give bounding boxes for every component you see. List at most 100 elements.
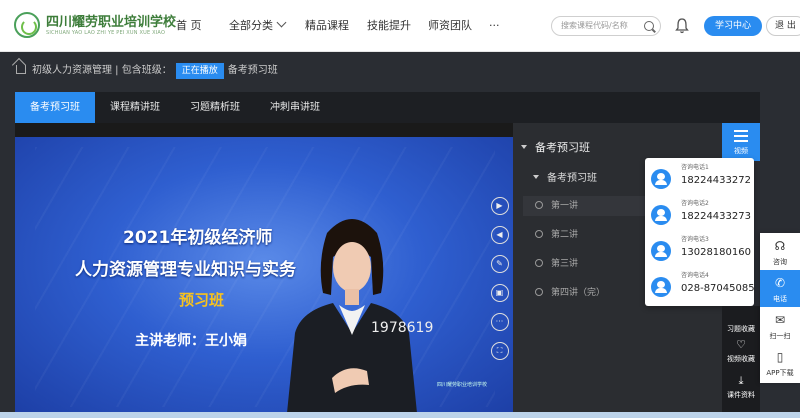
consult-label: 咨询电话1: [681, 164, 709, 171]
playlist-heading[interactable]: 备考预习班: [521, 139, 590, 155]
tab-prep-class[interactable]: 备考预习班: [15, 92, 95, 123]
nav-all-categories[interactable]: 全部分类: [229, 0, 287, 52]
user-watermark: 1978619: [371, 320, 434, 336]
app-download-button[interactable]: ▯ APP下载: [760, 344, 800, 381]
video-corner-logo: 四川耀劳职业培训学校: [437, 382, 488, 388]
exercise-favorites-button[interactable]: 习题收藏: [722, 306, 760, 336]
lesson-label: 第三讲: [551, 259, 579, 269]
consult-label: 咨询电话4: [681, 272, 709, 279]
app-download-label: APP下载: [766, 369, 794, 377]
heart-icon: ♡: [736, 338, 746, 351]
consult-item[interactable]: 咨询电话2 18224433273: [651, 198, 751, 230]
consult-phone: 18224433272: [681, 175, 751, 186]
nav-all-categories-label: 全部分类: [229, 19, 273, 32]
mobile-phone-icon: ▯: [776, 350, 784, 364]
chevron-down-icon: [276, 17, 287, 28]
screenshot-icon[interactable]: ▣: [491, 284, 509, 302]
playlist-group-label: 备考预习班: [547, 173, 597, 184]
bell-icon[interactable]: [675, 18, 689, 34]
os-taskbar: [0, 412, 800, 418]
agent-avatar-icon: [651, 277, 671, 297]
resource-toolbar: 习题收藏 ♡ 视频收藏 ⤓ 课件资料: [722, 306, 760, 413]
headset-icon: ☊: [774, 239, 786, 253]
nav-more[interactable]: ···: [489, 0, 500, 52]
consult-label: 咨询电话2: [681, 200, 709, 207]
play-circle-icon: [535, 288, 543, 296]
video-frame: 2021年初级经济师 人力资源管理专业知识与实务 预习班 主讲老师：王小娟 19…: [15, 137, 513, 413]
agent-avatar-icon: [651, 169, 671, 189]
consult-label: 咨询电话3: [681, 236, 709, 243]
agent-avatar-icon: [651, 205, 671, 225]
scan-button-label: 扫一扫: [769, 332, 791, 340]
slide-title-line1: 2021年初级经济师: [123, 228, 273, 248]
phone-button[interactable]: ✆ 电话: [760, 270, 800, 307]
play-circle-icon: [535, 230, 543, 238]
consult-phone-popup: 咨询电话1 18224433272 咨询电话2 18224433273 咨询电话…: [645, 158, 755, 306]
nav-teachers[interactable]: 师资团队: [428, 0, 472, 52]
lesson-label: 第四讲（完）: [551, 288, 606, 298]
video-tab-label: 视频: [734, 147, 748, 155]
video-player[interactable]: 2021年初级经济师 人力资源管理专业知识与实务 预习班 主讲老师：王小娟 19…: [15, 123, 513, 413]
breadcrumb-course[interactable]: 初级人力资源管理 | 包含班级：: [32, 65, 172, 76]
slide-title-line2: 人力资源管理专业知识与实务: [75, 260, 296, 280]
floating-contact-bar: ☊ 咨询 ✆ 电话 ✉ 扫一扫 ▯ APP下载: [760, 233, 800, 383]
consult-item[interactable]: 咨询电话4 028-87045085: [651, 270, 755, 302]
caret-down-icon: [521, 145, 527, 149]
top-navbar: 四川耀劳职业培训学校 SICHUAN YAO LAO ZHI YE PEI XU…: [0, 0, 800, 52]
breadcrumb-current: 备考预习班: [227, 65, 278, 76]
list-icon: [734, 130, 748, 142]
lesson-label: 第一讲: [551, 201, 579, 211]
video-favorites-button[interactable]: ♡ 视频收藏: [722, 336, 760, 366]
consult-phone: 028-87045085: [681, 283, 755, 294]
tab-exercise-class[interactable]: 习题精析班: [179, 92, 251, 123]
consult-phone: 18224433273: [681, 211, 751, 222]
agent-avatar-icon: [651, 241, 671, 261]
logo-name: 四川耀劳职业培训学校: [46, 15, 177, 30]
video-favorites-label: 视频收藏: [727, 355, 755, 363]
rewind-icon[interactable]: ◀: [491, 226, 509, 244]
slide-teacher: 主讲老师：王小娟: [135, 333, 247, 349]
lesson-label: 第二讲: [551, 230, 579, 240]
playlist-group[interactable]: 备考预习班: [533, 169, 597, 184]
nav-skill-up[interactable]: 技能提升: [367, 0, 411, 52]
courseware-label: 课件资料: [727, 391, 755, 399]
nav-home[interactable]: 首 页: [176, 0, 202, 52]
slide-title-line3: 预习班: [179, 291, 225, 309]
phone-button-label: 电话: [773, 295, 787, 303]
consult-item[interactable]: 咨询电话1 18224433272: [651, 162, 751, 194]
logo-subtitle: SICHUAN YAO LAO ZHI YE PEI XUN XUE XIAO: [46, 30, 166, 36]
study-center-button[interactable]: 学习中心: [704, 16, 762, 36]
home-icon[interactable]: [16, 65, 26, 74]
consult-phone: 13028180160: [681, 247, 751, 258]
playlist-heading-label: 备考预习班: [535, 141, 590, 154]
nav-featured-courses[interactable]: 精品课程: [305, 0, 349, 52]
play-icon[interactable]: ▶: [491, 197, 509, 215]
note-pen-icon[interactable]: ✎: [491, 255, 509, 273]
tab-sprint-class[interactable]: 冲刺串讲班: [259, 92, 331, 123]
tab-lecture-class[interactable]: 课程精讲班: [99, 92, 171, 123]
exit-button[interactable]: 退 出: [766, 16, 800, 36]
consult-item[interactable]: 咨询电话3 13028180160: [651, 234, 751, 266]
exercise-favorites-label: 习题收藏: [727, 325, 755, 333]
more-icon[interactable]: ···: [491, 313, 509, 331]
scan-button[interactable]: ✉ 扫一扫: [760, 307, 800, 344]
phone-icon: ✆: [774, 276, 786, 290]
class-tabs: 备考预习班 课程精讲班 习题精析班 冲刺串讲班: [15, 92, 760, 123]
courseware-button[interactable]: ⤓ 课件资料: [722, 372, 760, 402]
presenter-image: [287, 219, 417, 413]
play-circle-icon: [535, 259, 543, 267]
breadcrumb: 初级人力资源管理 | 包含班级： 正在播放 备考预习班: [16, 62, 278, 80]
logo-icon: [14, 12, 40, 38]
search-placeholder: 搜索课程代码/名称: [561, 21, 628, 30]
wechat-icon: ✉: [774, 313, 786, 327]
play-circle-icon: [535, 201, 543, 209]
fullscreen-icon[interactable]: ⛶: [491, 342, 509, 360]
consult-button[interactable]: ☊ 咨询: [760, 233, 800, 270]
search-icon[interactable]: [644, 21, 654, 31]
consult-button-label: 咨询: [773, 258, 787, 266]
video-list-tab[interactable]: 视频: [722, 123, 760, 161]
search-input[interactable]: 搜索课程代码/名称: [551, 16, 661, 36]
caret-down-icon: [533, 175, 539, 179]
status-badge: 正在播放: [175, 63, 224, 79]
school-logo[interactable]: 四川耀劳职业培训学校 SICHUAN YAO LAO ZHI YE PEI XU…: [14, 10, 176, 42]
